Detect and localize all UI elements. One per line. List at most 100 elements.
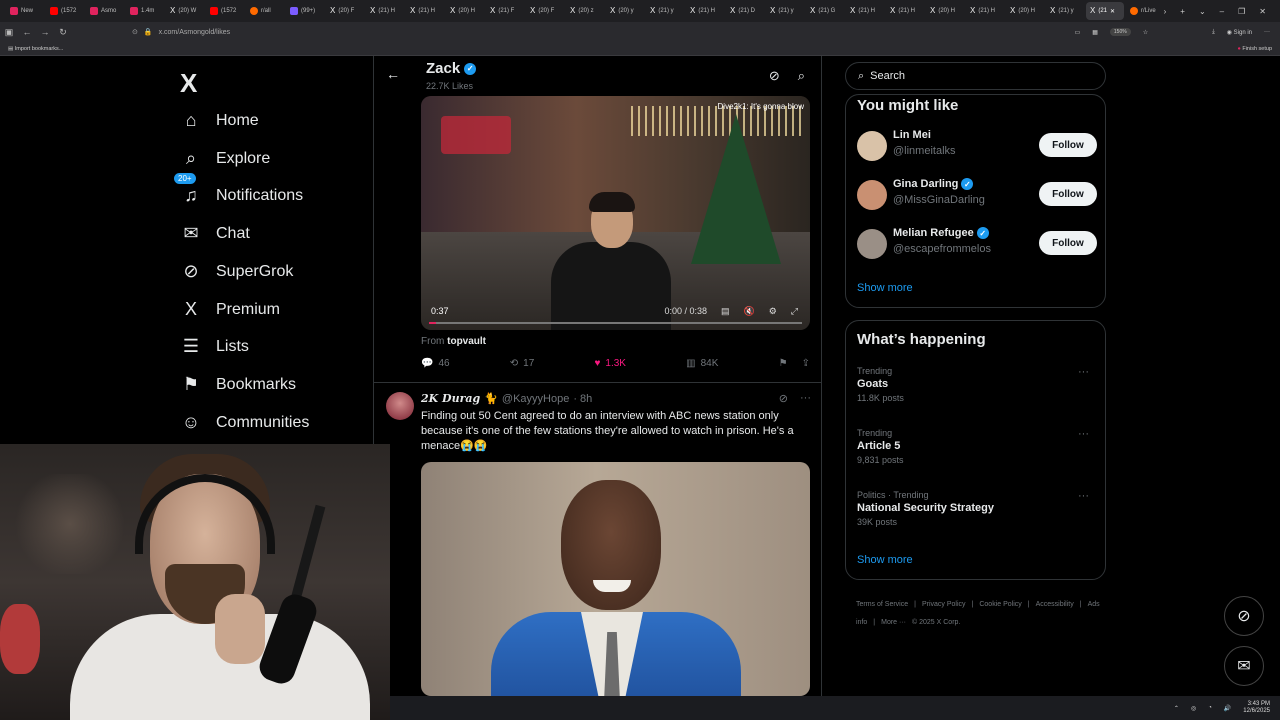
video-player[interactable]: Dive2k1: It's gonna blow 0:37 0:00 / 0:3… [421, 96, 810, 330]
more-options-icon[interactable]: ··· [1078, 428, 1089, 440]
views-button[interactable]: ▥ 84K [686, 358, 718, 369]
browser-tab[interactable]: X (20) H [926, 2, 964, 20]
browser-tab[interactable]: (1572 [206, 2, 244, 20]
post-time[interactable]: · 8h [573, 393, 592, 405]
finish-setup-button[interactable]: ● Finish setup [1237, 46, 1272, 52]
screen-icon[interactable]: ▭ [1075, 29, 1081, 36]
fullscreen-icon[interactable]: ⤢ [791, 306, 798, 317]
restore-button[interactable]: ❐ [1238, 7, 1245, 16]
browser-tab[interactable]: X (21) H [846, 2, 884, 20]
video-progress-bar[interactable] [429, 322, 802, 324]
browser-tab[interactable]: New [6, 2, 44, 20]
avatar[interactable] [386, 392, 414, 420]
tray-icon[interactable]: ◎ [1191, 705, 1196, 712]
url-field[interactable]: ⊙ 🔒 x.com/Asmongold/likes [132, 28, 230, 37]
avatar[interactable] [857, 229, 887, 259]
show-more-trends-link[interactable]: Show more [857, 554, 913, 566]
show-more-link[interactable]: Show more [857, 282, 913, 294]
browser-tab[interactable]: (99+) [286, 2, 324, 20]
captions-icon[interactable]: ▤ [721, 306, 730, 317]
browser-tab[interactable]: X (21) H [366, 2, 404, 20]
bookmark-icon[interactable]: ⚑ [779, 358, 788, 369]
browser-tab[interactable]: X (21) D [726, 2, 764, 20]
follow-button[interactable]: Follow [1039, 231, 1097, 255]
x-logo-icon[interactable]: X [180, 68, 197, 99]
browser-tab[interactable]: X (21) H [886, 2, 924, 20]
browser-tab[interactable]: X (20) H [1006, 2, 1044, 20]
download-icon[interactable]: ⤓ [1212, 29, 1215, 36]
mute-icon[interactable]: 🔇 [744, 306, 755, 317]
from-source-link[interactable]: topvault [447, 336, 486, 347]
browser-tab[interactable]: X (21) H [406, 2, 444, 20]
back-nav-icon[interactable]: ← [18, 27, 36, 37]
suggested-account[interactable]: Melian Refugee ✓ @escapefrommelos Follow [857, 225, 1097, 265]
browser-tab[interactable]: r/all [246, 2, 284, 20]
author-handle[interactable]: @KayyyHope [502, 393, 569, 405]
more-options-icon[interactable]: ··· [1078, 366, 1089, 378]
browser-tab[interactable]: X (21) y [766, 2, 804, 20]
more-options-icon[interactable]: ··· [800, 392, 811, 405]
follow-button[interactable]: Follow [1039, 133, 1097, 157]
browser-tab[interactable]: X (21) H [966, 2, 1004, 20]
author-name[interactable]: 2K Durag [421, 392, 480, 405]
browser-tab[interactable]: 1.4m [126, 2, 164, 20]
zoom-level[interactable]: 150% [1109, 28, 1131, 36]
media-icon[interactable]: ▦ [1092, 29, 1098, 36]
clock[interactable]: 3:43 PM 12/6/2025 [1243, 701, 1270, 715]
tabs-scroll-right-icon[interactable]: › [1164, 7, 1167, 16]
browser-tab[interactable]: X (20) W [166, 2, 204, 20]
tray-chevron-icon[interactable]: ⌃ [1174, 705, 1179, 712]
trend-item[interactable]: Trending Goats 11.8K posts ··· [857, 366, 1097, 403]
tab-list-icon[interactable]: ⌄ [1199, 7, 1206, 16]
like-button[interactable]: ♥ 1.3K [594, 358, 626, 369]
new-tab-button[interactable]: + [1180, 7, 1185, 16]
video-settings-icon[interactable]: ⚙ [769, 306, 777, 317]
account-handle[interactable]: @escapefrommelos [893, 243, 991, 255]
grok-icon[interactable]: ⊘ [769, 68, 780, 84]
trend-item[interactable]: Politics · Trending National Security Str… [857, 490, 1097, 527]
reload-icon[interactable]: ↻ [54, 27, 72, 38]
sidebar-toggle-icon[interactable]: ▣ [0, 27, 18, 38]
nav-item-chat[interactable]: ✉ Chat [180, 223, 249, 244]
browser-tab[interactable]: X (21) y [1046, 2, 1084, 20]
nav-item-home[interactable]: ⌂ Home [180, 110, 259, 131]
footer-link[interactable]: Terms of Service [856, 601, 908, 608]
nav-item-lists[interactable]: ☰ Lists [180, 336, 249, 357]
nav-item-bookmarks[interactable]: ⚑ Bookmarks [180, 374, 296, 395]
messages-fab-button[interactable]: ✉ [1224, 646, 1264, 686]
account-name[interactable]: Melian Refugee ✓ [893, 227, 989, 239]
repost-button[interactable]: ⟲ 17 [510, 358, 535, 369]
browser-tab[interactable]: X (20) F [526, 2, 564, 20]
nav-item-supergrok[interactable]: ⊘ SuperGrok [180, 261, 293, 282]
more-options-icon[interactable]: ··· [1078, 490, 1089, 502]
settings-menu-icon[interactable]: ··· [1264, 29, 1270, 35]
account-name[interactable]: Gina Darling ✓ [893, 178, 974, 190]
suggested-account[interactable]: Gina Darling ✓ @MissGinaDarling Follow [857, 176, 1097, 216]
nav-item-notifications[interactable]: ♫ 20+ Notifications [174, 173, 303, 206]
browser-tab[interactable]: X (21) y [646, 2, 684, 20]
browser-tab[interactable]: X (20) F [326, 2, 364, 20]
grok-fab-button[interactable]: ⊘ [1224, 596, 1264, 636]
back-arrow-icon[interactable]: ← [386, 66, 400, 82]
browser-tab[interactable]: X (20) H [446, 2, 484, 20]
sign-in-button[interactable]: ◉ Sign in [1227, 29, 1252, 36]
nav-item-explore[interactable]: ⌕ Explore [180, 148, 270, 169]
account-name[interactable]: Lin Mei [893, 129, 931, 141]
browser-tab[interactable]: X (20) y [606, 2, 644, 20]
footer-link[interactable]: © 2025 X Corp. [912, 619, 960, 626]
share-icon[interactable]: ⇪ [802, 358, 810, 369]
browser-tab[interactable]: Asmo [86, 2, 124, 20]
footer-link[interactable]: More ··· [881, 619, 906, 626]
site-info-icon[interactable]: ⊙ [132, 28, 138, 36]
account-handle[interactable]: @linmeitalks [893, 145, 956, 157]
volume-icon[interactable]: 🔊 [1224, 705, 1231, 712]
footer-link[interactable]: Cookie Policy [979, 601, 1021, 608]
forward-nav-icon[interactable]: → [36, 27, 54, 37]
browser-tab[interactable]: X (21) F [486, 2, 524, 20]
favorite-star-icon[interactable]: ☆ [1143, 29, 1148, 36]
browser-tab[interactable]: X (21 ✕ [1086, 2, 1124, 20]
account-handle[interactable]: @MissGinaDarling [893, 194, 985, 206]
follow-button[interactable]: Follow [1039, 182, 1097, 206]
minimize-button[interactable]: – [1220, 7, 1224, 16]
browser-tab[interactable]: X (20) z [566, 2, 604, 20]
